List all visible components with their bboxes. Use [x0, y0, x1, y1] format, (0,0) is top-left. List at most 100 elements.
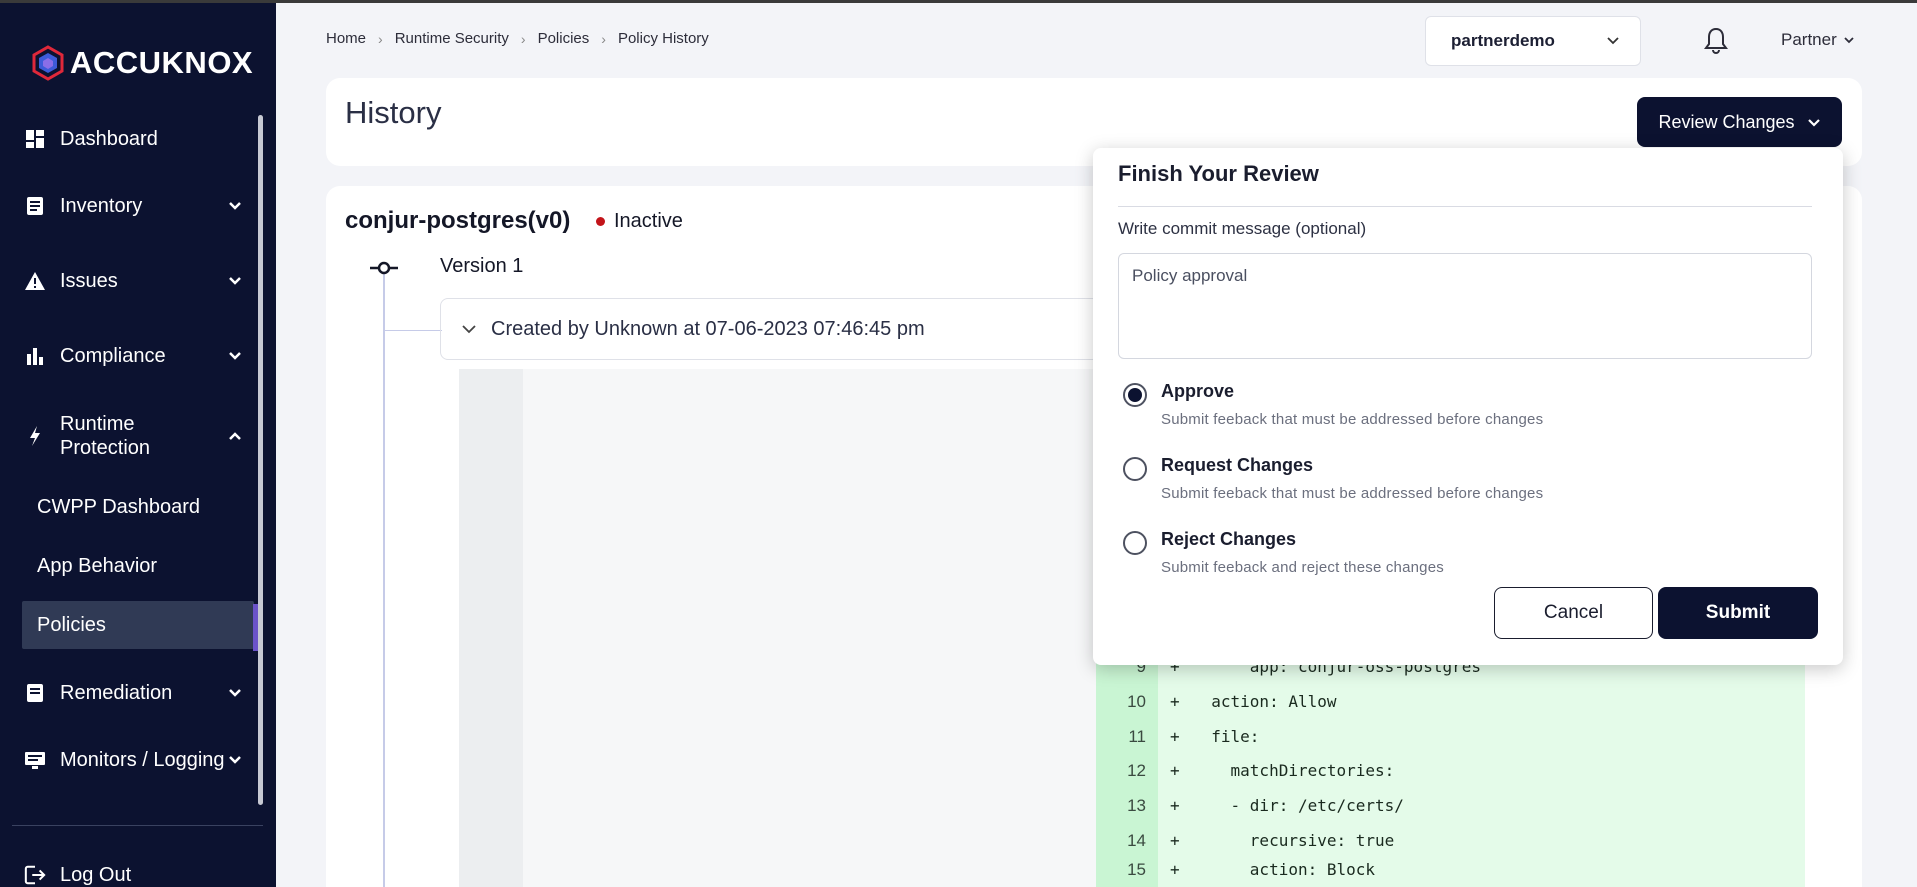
sidebar-item-label: Monitors / Logging — [60, 749, 225, 771]
option-reject-changes[interactable]: Reject Changes Submit feeback and reject… — [1123, 529, 1444, 576]
diff-sign: + — [1170, 860, 1180, 879]
chevron-down-icon — [226, 272, 244, 290]
option-request-changes[interactable]: Request Changes Submit feeback that must… — [1123, 455, 1543, 502]
chevron-down-icon — [226, 197, 244, 215]
diff-line: 10 + action: Allow — [1096, 684, 1336, 719]
brand-name: ACCUKNOX — [70, 45, 254, 80]
accuknox-logo-icon — [32, 45, 64, 81]
logout-button[interactable]: Log Out — [24, 863, 244, 887]
sidebar-item-dashboard[interactable]: Dashboard — [24, 127, 244, 151]
breadcrumb-policies[interactable]: Policies — [538, 30, 590, 47]
finish-review-popup: Finish Your Review Write commit message … — [1093, 148, 1843, 665]
chevron-down-icon — [226, 751, 244, 769]
diff-sign: + — [1170, 727, 1180, 746]
bar-chart-icon — [24, 345, 46, 367]
sidebar: ACCUKNOX Dashboard Inventory Issues Comp… — [0, 3, 276, 887]
option-approve[interactable]: Approve Submit feeback that must be addr… — [1123, 381, 1543, 428]
diff-line: 13 + - dir: /etc/certs/ — [1096, 788, 1404, 823]
sidebar-item-issues[interactable]: Issues — [24, 269, 244, 293]
logout-icon — [24, 864, 46, 886]
radio-selected-dot — [1128, 388, 1142, 402]
reject-changes-radio[interactable] — [1123, 531, 1147, 555]
created-info: Created by Unknown at 07-06-2023 07:46:4… — [491, 317, 925, 340]
sidebar-item-compliance[interactable]: Compliance — [24, 344, 244, 368]
option-title: Reject Changes — [1161, 529, 1297, 549]
breadcrumb: Home › Runtime Security › Policies › Pol… — [326, 30, 709, 47]
sidebar-subitem-label: App Behavior — [37, 554, 158, 577]
sidebar-scrollbar[interactable] — [258, 115, 263, 805]
diff-code: file: — [1192, 727, 1260, 746]
sidebar-subitem-label: CWPP Dashboard — [37, 495, 201, 518]
review-changes-button[interactable]: Review Changes — [1637, 97, 1842, 147]
dashboard-icon — [24, 128, 46, 150]
sidebar-item-label: Compliance — [60, 345, 166, 367]
submit-button[interactable]: Submit — [1658, 587, 1818, 639]
chevron-down-icon — [226, 347, 244, 365]
chevron-down-icon — [226, 684, 244, 702]
version-details-toggle[interactable]: Created by Unknown at 07-06-2023 07:46:4… — [440, 298, 1100, 360]
remediation-icon — [24, 682, 46, 704]
approve-radio[interactable] — [1123, 383, 1147, 407]
chevron-down-icon — [1606, 31, 1620, 51]
option-title: Request Changes — [1161, 455, 1314, 475]
diff-line: 12 + matchDirectories: — [1096, 753, 1394, 788]
chevron-down-icon — [461, 324, 477, 334]
sidebar-item-label: Remediation — [60, 682, 173, 704]
tenant-value: partnerdemo — [1451, 31, 1555, 50]
sidebar-subitem-cwpp-dashboard[interactable]: CWPP Dashboard — [22, 483, 254, 531]
status-label: Inactive — [614, 210, 683, 232]
sidebar-divider — [12, 825, 263, 826]
commit-message-label: Write commit message (optional) — [1118, 219, 1367, 238]
chevron-right-icon: › — [520, 30, 526, 47]
tenant-select[interactable]: partnerdemo — [1425, 16, 1641, 66]
diff-sign: + — [1170, 692, 1180, 711]
sidebar-item-label: Runtime Protection — [60, 413, 151, 459]
request-changes-radio[interactable] — [1123, 457, 1147, 481]
sidebar-item-monitors-logging[interactable]: Monitors / Logging — [24, 748, 244, 772]
status-badge: Inactive — [596, 210, 683, 233]
diff-line: 11 + file: — [1096, 719, 1259, 754]
sidebar-item-label: Issues — [60, 270, 118, 292]
line-number: 11 — [1128, 726, 1146, 746]
diff-code: matchDirectories: — [1192, 761, 1395, 780]
chevron-right-icon: › — [378, 30, 383, 47]
notification-bell-icon[interactable] — [1703, 26, 1729, 56]
breadcrumb-policy-history: Policy History — [617, 30, 709, 47]
diff-sign: + — [1170, 761, 1180, 780]
breadcrumb-runtime-security[interactable]: Runtime Security — [395, 30, 509, 47]
user-menu[interactable]: Partner — [1781, 30, 1855, 50]
diff-gutter-left — [459, 369, 523, 887]
page-title: History — [345, 95, 442, 130]
diff-code: - dir: /etc/certs/ — [1192, 796, 1404, 815]
sidebar-subitem-label: Policies — [37, 613, 106, 636]
chevron-down-icon — [1843, 30, 1855, 50]
sidebar-item-remediation[interactable]: Remediation — [24, 681, 244, 705]
user-name: Partner — [1781, 30, 1837, 49]
diff-sign: + — [1170, 796, 1180, 815]
option-title: Approve — [1161, 381, 1235, 401]
breadcrumb-home[interactable]: Home — [326, 30, 366, 47]
cancel-button[interactable]: Cancel — [1494, 587, 1653, 639]
line-number: 15 — [1127, 859, 1146, 879]
sidebar-subitem-policies[interactable]: Policies — [22, 601, 254, 649]
popup-divider — [1118, 206, 1812, 207]
sidebar-subitem-app-behavior[interactable]: App Behavior — [22, 542, 254, 590]
inventory-icon — [24, 195, 46, 217]
diff-line: 15 + action: Block — [1096, 852, 1375, 887]
chevron-right-icon: › — [601, 30, 606, 47]
diff-code: action: Block — [1192, 860, 1376, 879]
lightning-icon — [24, 425, 46, 447]
commit-icon — [370, 261, 398, 275]
sidebar-item-inventory[interactable]: Inventory — [24, 194, 244, 218]
brand-logo[interactable]: ACCUKNOX — [30, 45, 253, 81]
policy-name: conjur-postgres(v0) — [345, 207, 571, 234]
status-dot-icon — [596, 217, 605, 226]
diff-sign: + — [1170, 831, 1180, 850]
line-number: 14 — [1127, 830, 1146, 850]
sidebar-item-runtime-protection[interactable]: Runtime Protection — [24, 412, 244, 460]
sidebar-item-label: Dashboard — [60, 128, 158, 150]
commit-message-input[interactable]: Policy approval — [1118, 253, 1812, 359]
monitor-icon — [24, 749, 46, 771]
line-number: 13 — [1127, 795, 1146, 815]
chevron-down-icon — [1807, 112, 1821, 133]
